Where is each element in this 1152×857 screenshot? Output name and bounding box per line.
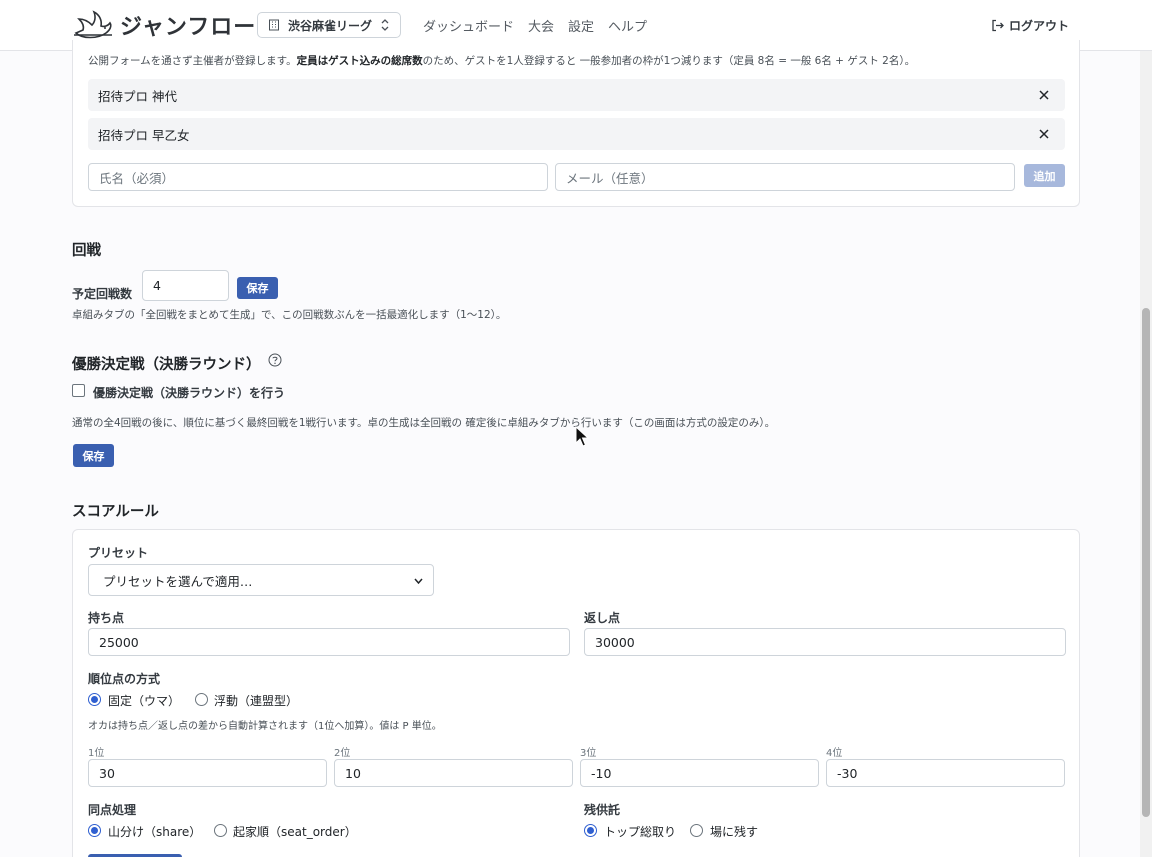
guest-name: 招待プロ 神代 <box>98 88 177 104</box>
bird-logo-icon <box>74 10 112 39</box>
nav-settings[interactable]: 設定 <box>568 16 594 35</box>
rank-2-input[interactable]: 10 <box>334 759 573 787</box>
rank-3-label: 3位 <box>580 748 597 759</box>
oka-note: オカは持ち点／返し点の差から自動計算されます（1位へ加算）。値は P 単位。 <box>88 721 442 732</box>
planned-rounds-input[interactable]: 4 <box>142 270 229 301</box>
rank-1-input[interactable]: 30 <box>88 759 327 787</box>
logo-text: ジャンフロー <box>120 15 257 40</box>
planned-rounds-label: 予定回戦数 <box>72 287 133 301</box>
save-final-button[interactable]: 保存 <box>73 444 114 467</box>
rank-1-label: 1位 <box>88 748 105 759</box>
scrollbar-thumb[interactable] <box>1142 308 1150 817</box>
final-round-heading: 優勝決定戦（決勝ラウンド） <box>72 357 261 373</box>
final-round-help: 通常の全4回戦の後に、順位に基づく最終回戦を1戦行います。卓の生成は全回戦の 確… <box>72 417 776 429</box>
nav-tournaments[interactable]: 大会 <box>528 16 554 35</box>
chevron-updown-icon <box>381 19 389 31</box>
help-circle-icon[interactable] <box>268 353 282 367</box>
guest-note-bold: 定員はゲスト込みの総席数 <box>296 55 423 67</box>
kyotaku-label: 残供託 <box>584 803 621 817</box>
guest-registration-card: 公開フォームを通さず主催者が登録します。定員はゲスト込みの総席数のため、ゲストを… <box>72 40 1080 207</box>
save-rounds-button[interactable]: 保存 <box>237 277 278 299</box>
chevron-down-icon <box>414 578 423 585</box>
mouse-cursor-icon <box>575 426 589 447</box>
organization-name: 渋谷麻雀リーグ <box>288 18 373 33</box>
uma-method-label: 順位点の方式 <box>88 672 161 686</box>
add-guest-button[interactable]: 追加 <box>1024 164 1065 187</box>
preset-select-value: プリセットを選んで適用… <box>103 573 253 589</box>
guest-item: 招待プロ 神代 <box>88 79 1065 111</box>
kyotaku-leave-radio[interactable] <box>690 824 703 837</box>
final-round-checkbox[interactable] <box>72 384 85 397</box>
main-nav: ダッシュボード 大会 設定 ヘルプ <box>423 16 647 35</box>
guest-name: 招待プロ 早乙女 <box>98 127 190 143</box>
score-rules-heading: スコアルール <box>72 504 159 520</box>
uma-floating-label[interactable]: 浮動（連盟型） <box>214 692 298 709</box>
kyotaku-top-radio[interactable] <box>584 824 597 837</box>
rank-4-label: 4位 <box>826 748 843 759</box>
logo[interactable]: ジャンフロー <box>72 9 256 41</box>
tie-seat-order-radio[interactable] <box>214 824 227 837</box>
preset-select[interactable]: プリセットを選んで適用… <box>88 564 434 596</box>
nav-dashboard[interactable]: ダッシュボード <box>423 16 514 35</box>
logout-label: ログアウト <box>1008 19 1069 33</box>
tie-share-radio[interactable] <box>88 824 101 837</box>
nav-help[interactable]: ヘルプ <box>608 16 647 35</box>
uma-fixed-radio[interactable] <box>88 693 101 706</box>
uma-fixed-label[interactable]: 固定（ウマ） <box>108 692 180 709</box>
score-rules-card: プリセット プリセットを選んで適用… 持ち点 25000 返し点 30000 順… <box>72 529 1080 857</box>
guest-item: 招待プロ 早乙女 <box>88 118 1065 150</box>
logout-button[interactable]: ログアウト <box>991 17 1069 34</box>
remove-guest-icon[interactable] <box>1037 88 1051 102</box>
tie-seat-order-label[interactable]: 起家順（seat_order） <box>233 823 357 840</box>
start-points-input[interactable]: 25000 <box>88 628 570 656</box>
guest-note-suffix: のため、ゲストを1人登録すると 一般参加者の枠が1つ減ります（定員 8名 = 一… <box>422 55 916 67</box>
return-points-label: 返し点 <box>584 611 621 625</box>
start-points-label: 持ち点 <box>88 611 125 625</box>
logout-icon <box>992 19 1004 32</box>
rank-2-label: 2位 <box>334 748 351 759</box>
building-icon <box>269 19 279 31</box>
return-points-input[interactable]: 30000 <box>584 628 1066 656</box>
preset-label: プリセット <box>88 546 149 560</box>
guest-note-prefix: 公開フォームを通さず主催者が登録します。 <box>88 55 297 67</box>
rank-3-input[interactable]: -10 <box>580 759 819 787</box>
uma-floating-radio[interactable] <box>195 693 208 706</box>
rank-4-input[interactable]: -30 <box>826 759 1065 787</box>
kyotaku-leave-label[interactable]: 場に残す <box>710 823 758 840</box>
rounds-heading: 回戦 <box>72 243 101 259</box>
final-round-checkbox-label[interactable]: 優勝決定戦（決勝ラウンド）を行う <box>93 384 285 401</box>
kyotaku-top-label[interactable]: トップ総取り <box>604 823 676 840</box>
guest-note: 公開フォームを通さず主催者が登録します。定員はゲスト込みの総席数のため、ゲストを… <box>88 53 915 68</box>
guest-email-input[interactable]: メール（任意） <box>555 163 1015 191</box>
tie-handling-label: 同点処理 <box>88 803 137 817</box>
organization-select[interactable]: 渋谷麻雀リーグ <box>257 12 401 38</box>
tie-share-label[interactable]: 山分け（share） <box>108 823 201 840</box>
remove-guest-icon[interactable] <box>1037 127 1051 141</box>
guest-name-input[interactable]: 氏名（必須） <box>88 163 548 191</box>
rounds-help: 卓組みタブの「全回戦をまとめて生成」で、この回戦数ぶんを一括最適化します（1〜1… <box>72 309 507 321</box>
